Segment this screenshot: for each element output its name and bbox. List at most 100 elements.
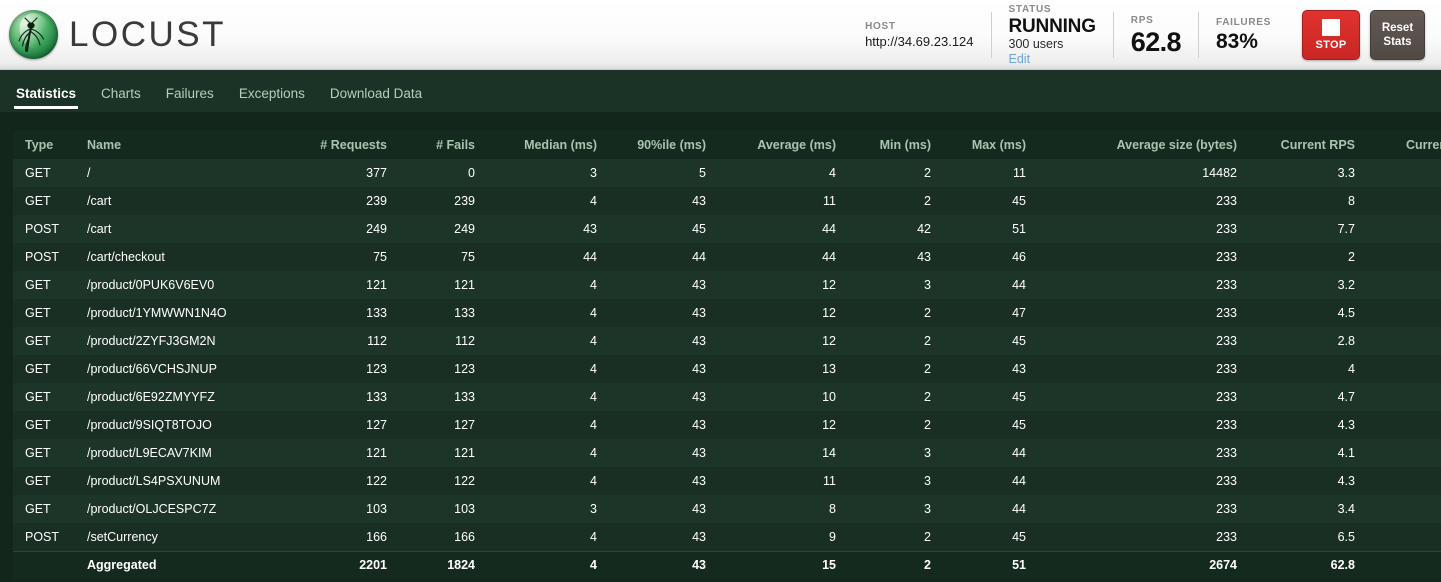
cell-fails: 121 bbox=[454, 278, 475, 292]
cell-type: GET bbox=[25, 418, 51, 432]
cell-name: /product/LS4PSXUNUM bbox=[87, 474, 221, 488]
cell-current-failures: 6.5 bbox=[1367, 523, 1441, 551]
cell-average: 8 bbox=[829, 502, 836, 516]
cell-requests: 377 bbox=[366, 166, 387, 180]
cell-min: 3 bbox=[924, 446, 931, 460]
cell-min: 2 bbox=[924, 166, 931, 180]
cell-name: /product/L9ECAV7KIM bbox=[87, 446, 212, 460]
cell-current-failures: 2.8 bbox=[1367, 327, 1441, 355]
cell-max: 51 bbox=[1012, 222, 1026, 236]
cell-current-failures: 3.4 bbox=[1367, 495, 1441, 523]
cell-average: 15 bbox=[718, 550, 848, 579]
cell-average: 13 bbox=[822, 362, 836, 376]
tab-exceptions[interactable]: Exceptions bbox=[237, 86, 307, 112]
cell-average: 11 bbox=[823, 194, 836, 208]
cell-type: GET bbox=[25, 362, 51, 376]
cell-requests: 166 bbox=[366, 529, 387, 544]
stop-button[interactable]: STOP bbox=[1302, 10, 1360, 60]
cell-median: 3 bbox=[590, 166, 597, 180]
cell-average: 11 bbox=[823, 474, 836, 488]
cell-name: /setCurrency bbox=[87, 529, 158, 544]
cell-avg-size: 233 bbox=[1216, 446, 1237, 460]
user-count: 300 users bbox=[1008, 37, 1064, 51]
cell-type: GET bbox=[25, 474, 51, 488]
tab-download-data[interactable]: Download Data bbox=[328, 86, 424, 112]
column-header-median[interactable]: Median (ms) bbox=[487, 131, 609, 159]
cell-p90: 43 bbox=[692, 278, 706, 292]
cell-median: 43 bbox=[583, 222, 597, 236]
cell-current-rps: 4.3 bbox=[1337, 474, 1355, 488]
column-header-current-failures[interactable]: Current Failures/s bbox=[1367, 131, 1441, 159]
cell-median: 4 bbox=[590, 306, 597, 320]
cell-name: /cart/checkout bbox=[87, 250, 165, 264]
cell-current-failures: 4.7 bbox=[1367, 383, 1441, 411]
column-header-requests[interactable]: # Requests bbox=[301, 131, 399, 159]
header-stats: HOST http://34.69.23.124 STATUS RUNNING … bbox=[848, 0, 1435, 70]
stop-button-label: STOP bbox=[1315, 39, 1347, 51]
failures-stat: FAILURES 83% bbox=[1199, 12, 1288, 58]
cell-current-rps: 2.8 bbox=[1337, 334, 1355, 348]
cell-current-rps: 4.5 bbox=[1337, 306, 1355, 320]
cell-requests: 123 bbox=[366, 362, 387, 376]
cell-current-failures: 0 bbox=[1367, 159, 1441, 187]
cell-avg-size: 14482 bbox=[1202, 166, 1237, 180]
cell-median: 3 bbox=[590, 502, 597, 516]
cell-name: /product/OLJCESPC7Z bbox=[87, 502, 217, 516]
cell-current-rps: 3.2 bbox=[1337, 278, 1355, 292]
cell-current-rps: 8 bbox=[1348, 194, 1355, 208]
edit-link[interactable]: Edit bbox=[1009, 52, 1031, 67]
cell-avg-size: 233 bbox=[1216, 390, 1237, 404]
cell-fails: 112 bbox=[455, 334, 475, 348]
cell-name: /product/1YMWWN1N4O bbox=[87, 306, 227, 320]
column-header-90ile[interactable]: 90%ile (ms) bbox=[609, 131, 718, 159]
column-header-type[interactable]: Type bbox=[13, 131, 75, 159]
cell-avg-size: 233 bbox=[1216, 418, 1237, 432]
table-body: GET/3770354211144823.30GET/cart239239443… bbox=[13, 159, 1441, 579]
reset-button-label-line1: Reset bbox=[1381, 22, 1414, 34]
cell-average: 12 bbox=[822, 306, 836, 320]
column-header-current-rps[interactable]: Current RPS bbox=[1249, 131, 1367, 159]
cell-median: 4 bbox=[590, 194, 597, 208]
table-row: GET/product/2ZYFJ3GM2N 112 112 4 43 12 2 45 233 2… bbox=[13, 327, 1441, 355]
cell-p90: 43 bbox=[692, 474, 706, 488]
main-nav: Statistics Charts Failures Exceptions Do… bbox=[0, 70, 1441, 112]
cell-current-rps: 62.8 bbox=[1249, 550, 1367, 579]
tab-charts[interactable]: Charts bbox=[99, 86, 143, 112]
cell-median: 4 bbox=[590, 418, 597, 432]
cell-type: GET bbox=[25, 278, 51, 292]
table-row: GET/product/6E92ZMYYFZ 133 133 4 43 10 2 45 233 4… bbox=[13, 383, 1441, 411]
cell-current-rps: 4 bbox=[1348, 362, 1355, 376]
column-header-min[interactable]: Min (ms) bbox=[848, 131, 943, 159]
cell-avg-size: 233 bbox=[1216, 306, 1237, 320]
column-header-average[interactable]: Average (ms) bbox=[718, 131, 848, 159]
header-buttons: STOP Reset Stats bbox=[1288, 10, 1435, 60]
column-header-name[interactable]: Name bbox=[75, 131, 301, 159]
cell-max: 45 bbox=[1012, 390, 1026, 404]
tab-failures[interactable]: Failures bbox=[164, 86, 216, 112]
cell-type: GET bbox=[25, 446, 51, 460]
locust-bug-icon bbox=[18, 17, 45, 52]
cell-name: /product/66VCHSJNUP bbox=[87, 362, 217, 376]
reset-stats-button[interactable]: Reset Stats bbox=[1370, 10, 1425, 60]
status-stat: STATUS RUNNING 300 users Edit bbox=[992, 4, 1114, 66]
cell-name: /product/6E92ZMYYFZ bbox=[87, 390, 215, 404]
cell-min: 2 bbox=[924, 418, 931, 432]
reset-button-label-line2: Stats bbox=[1383, 36, 1412, 48]
column-header-fails[interactable]: # Fails bbox=[399, 131, 487, 159]
tab-statistics[interactable]: Statistics bbox=[14, 86, 79, 112]
cell-requests: 2201 bbox=[301, 550, 399, 579]
cell-requests: 133 bbox=[366, 306, 387, 320]
table-row: GET/product/1YMWWN1N4O 133 133 4 43 12 2 47 233 4… bbox=[13, 299, 1441, 327]
cell-p90: 43 bbox=[692, 446, 706, 460]
cell-min: 2 bbox=[924, 390, 931, 404]
cell-min: 3 bbox=[924, 278, 931, 292]
column-header-average-size[interactable]: Average size (bytes) bbox=[1038, 131, 1249, 159]
table-row: GET/product/66VCHSJNUP 123 123 4 43 13 2 43 233 4… bbox=[13, 355, 1441, 383]
cell-current-rps: 4.1 bbox=[1337, 446, 1355, 460]
cell-max: 11 bbox=[1013, 166, 1026, 180]
column-header-max[interactable]: Max (ms) bbox=[943, 131, 1038, 159]
cell-p90: 43 bbox=[692, 418, 706, 432]
table-row: GET/cart 239 239 4 43 11 2 45 233 88 bbox=[13, 187, 1441, 215]
cell-requests: 121 bbox=[366, 278, 387, 292]
cell-average: 12 bbox=[822, 418, 836, 432]
